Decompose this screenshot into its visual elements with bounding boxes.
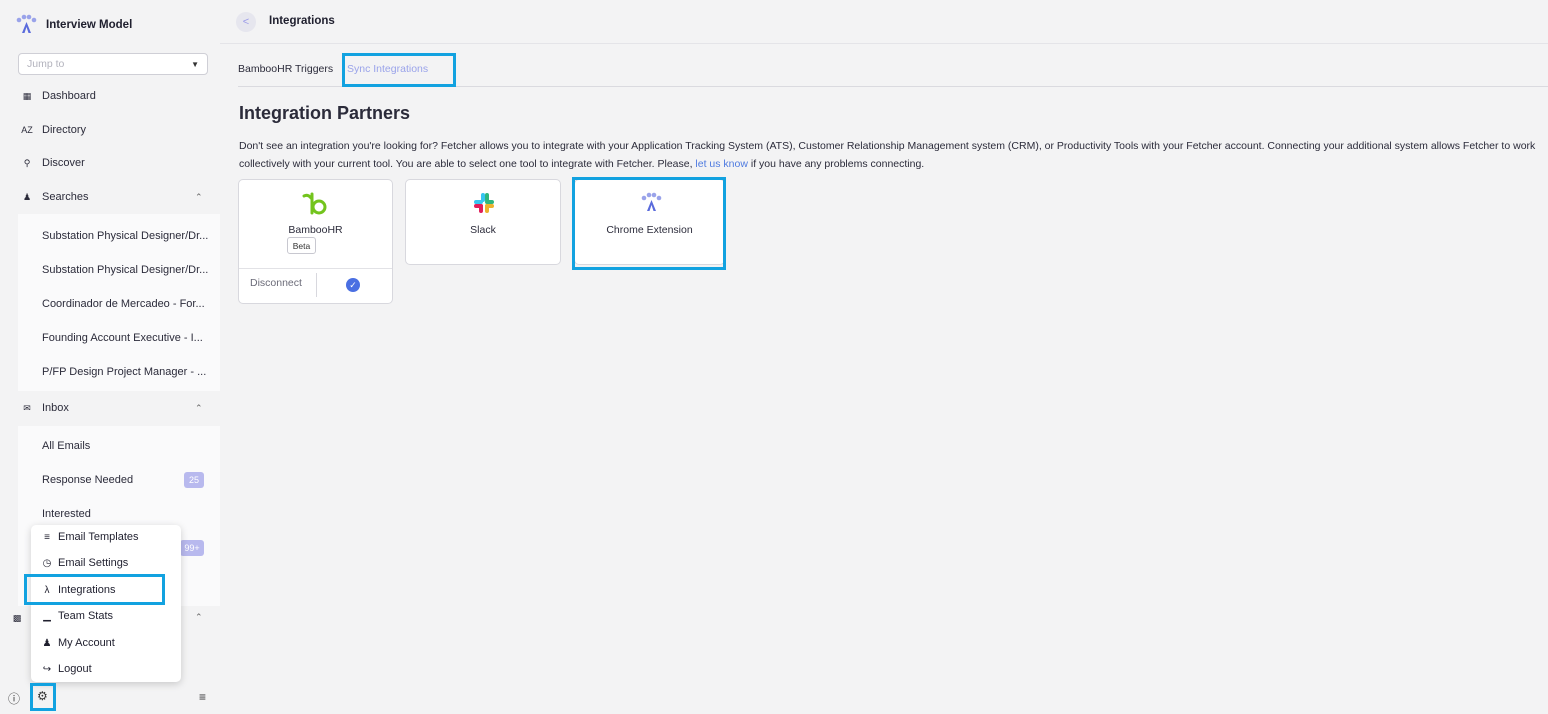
dashboard-icon: ▦ xyxy=(22,90,32,101)
inbox-item-response-needed[interactable]: Response Needed xyxy=(42,470,133,490)
tab-bamboohr-triggers[interactable]: BambooHR Triggers xyxy=(238,63,333,75)
sidebar-item-inbox[interactable]: ✉ Inbox ⌃ xyxy=(20,398,202,418)
jump-to-placeholder: Jump to xyxy=(27,58,65,70)
menu-item-label: Email Templates xyxy=(58,531,139,543)
count-badge: 99+ xyxy=(180,540,204,556)
sidebar-item-label: Inbox xyxy=(42,402,69,414)
menu-item-label: Logout xyxy=(58,663,92,675)
brand[interactable]: Interview Model xyxy=(14,14,132,36)
check-circle-icon: ✓ xyxy=(346,278,360,292)
user-icon: ♟ xyxy=(42,637,52,649)
partner-card-slack[interactable]: Slack xyxy=(405,179,561,265)
section-heading: Integration Partners xyxy=(239,103,411,123)
partner-card-bamboohr[interactable]: BambooHR Beta Disconnect ✓ xyxy=(238,179,393,304)
partner-name: BambooHR xyxy=(288,224,343,236)
sidebar: Interview Model Jump to ▼ ▦ Dashboard AZ… xyxy=(0,0,220,714)
bamboohr-logo-icon xyxy=(302,192,327,215)
brand-name: Interview Model xyxy=(46,19,133,31)
clock-icon: ◷ xyxy=(42,557,52,569)
share-icon: < xyxy=(236,12,256,32)
let-us-know-link[interactable]: let us know xyxy=(695,158,748,170)
search-item[interactable]: Substation Physical Designer/Dr... xyxy=(42,260,208,280)
sidebar-item-dashboard[interactable]: ▦ Dashboard xyxy=(20,86,96,106)
search-icon: ⚲ xyxy=(23,157,31,168)
sidebar-item-searches[interactable]: ♟ Searches ⌃ xyxy=(20,187,203,207)
chevron-up-icon[interactable]: ⌃ xyxy=(195,403,203,414)
beta-badge: Beta xyxy=(287,237,316,254)
chevron-down-icon: ▼ xyxy=(191,59,199,69)
jump-to-select[interactable]: Jump to ▼ xyxy=(18,53,208,75)
chevron-up-icon[interactable]: ⌃ xyxy=(195,192,203,203)
highlight-integrations-menu xyxy=(24,574,165,605)
sidebar-item-directory[interactable]: AZ Directory xyxy=(20,120,86,140)
inbox-item-all-emails[interactable]: All Emails xyxy=(42,436,90,456)
help-icon[interactable]: ⓘ xyxy=(8,690,20,707)
vertical-divider xyxy=(316,273,317,297)
collapse-sidebar-icon[interactable]: ≡ xyxy=(199,690,206,704)
sidebar-item-hidden[interactable]: ▩ xyxy=(10,608,32,628)
disconnect-button[interactable]: Disconnect xyxy=(250,277,302,289)
logout-icon: ↪ xyxy=(42,663,52,675)
sort-az-icon: AZ xyxy=(21,125,33,135)
main-content: < Integrations BambooHR Triggers Sync In… xyxy=(220,0,1548,714)
mail-icon: ✉ xyxy=(23,402,31,413)
chevron-up-icon[interactable]: ⌃ xyxy=(195,612,203,623)
menu-item-label: My Account xyxy=(58,637,115,649)
sidebar-item-label: Searches xyxy=(42,191,89,203)
highlight-sync-tab xyxy=(342,53,456,87)
page-title: Integrations xyxy=(269,15,335,27)
menu-item-team-stats[interactable]: ▁ Team Stats xyxy=(41,607,113,625)
menu-item-label: Email Settings xyxy=(58,557,129,569)
search-item[interactable]: Substation Physical Designer/Dr... xyxy=(42,226,208,246)
page-header: < Integrations xyxy=(220,0,1548,44)
sidebar-item-label: Directory xyxy=(42,124,87,136)
calendar-icon: ▩ xyxy=(12,612,22,623)
search-item[interactable]: Founding Account Executive - I... xyxy=(42,328,203,348)
sidebar-item-label: Discover xyxy=(42,157,85,169)
sidebar-item-discover[interactable]: ⚲ Discover xyxy=(20,153,85,173)
users-icon: ♟ xyxy=(22,191,32,202)
bar-chart-icon: ▁ xyxy=(43,610,51,622)
menu-item-email-templates[interactable]: ≡ Email Templates xyxy=(41,528,139,546)
menu-item-my-account[interactable]: ♟ My Account xyxy=(41,634,115,652)
menu-item-label: Team Stats xyxy=(58,610,114,622)
sidebar-item-label: Dashboard xyxy=(42,90,96,102)
slack-logo-icon xyxy=(474,193,494,213)
section-description: Don't see an integration you're looking … xyxy=(239,137,1548,173)
menu-item-email-settings[interactable]: ◷ Email Settings xyxy=(41,554,129,572)
highlight-gear-button xyxy=(30,683,56,711)
card-divider xyxy=(239,268,392,269)
partner-name: Slack xyxy=(470,224,496,236)
inbox-item-interested[interactable]: Interested xyxy=(42,504,91,524)
highlight-chrome-extension xyxy=(572,177,726,270)
paw-logo-icon xyxy=(16,14,37,33)
template-icon: ≡ xyxy=(44,531,50,543)
search-item[interactable]: P/FP Design Project Manager - ... xyxy=(42,362,206,382)
search-item[interactable]: Coordinador de Mercadeo - For... xyxy=(42,294,205,314)
description-text-end: if you have any problems connecting. xyxy=(747,158,925,170)
count-badge: 25 xyxy=(184,472,204,488)
menu-item-logout[interactable]: ↪ Logout xyxy=(41,660,92,678)
